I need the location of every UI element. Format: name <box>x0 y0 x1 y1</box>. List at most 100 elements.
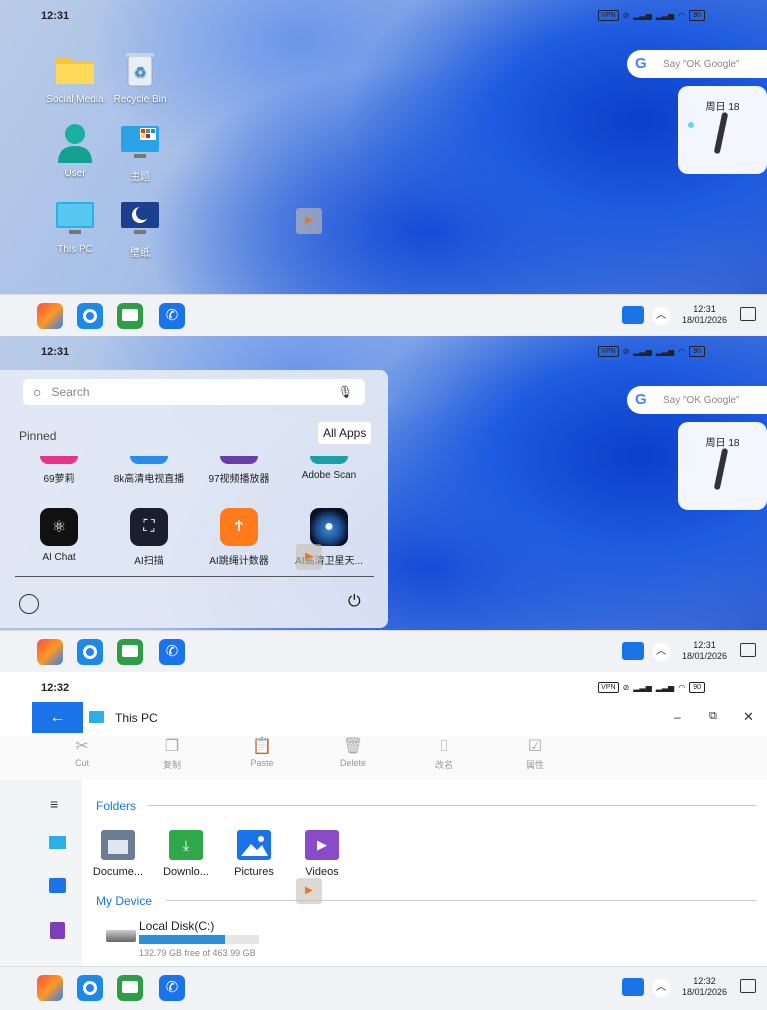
pictures-folder-icon <box>237 830 271 860</box>
clock-hand-icon <box>713 447 729 491</box>
calendar-label: 周日 18 <box>705 438 740 449</box>
disk-usage-bar <box>139 935 259 944</box>
folder-label: Pictures <box>234 866 274 878</box>
app-tile-8k-tv[interactable]: 8k高清电视直播 <box>104 456 194 485</box>
device-divider <box>166 900 757 901</box>
calendar-widget[interactable]: 周日 18 <box>678 86 767 174</box>
power-icon[interactable]: ⏻ <box>348 593 361 611</box>
earth-icon: ● <box>310 508 348 546</box>
desktop-icon-this-pc[interactable]: This PC <box>39 198 111 255</box>
people-icon[interactable] <box>622 978 644 996</box>
toolbar-label: 改名 <box>434 760 453 770</box>
this-pc-icon <box>89 711 104 723</box>
dot-icon <box>688 122 694 128</box>
restore-icon[interactable]: ⧉ <box>709 710 717 723</box>
folder-videos[interactable]: ▶ Videos <box>289 830 355 878</box>
videos-folder-icon: ▶ <box>305 830 339 860</box>
browser-app-icon[interactable] <box>77 975 103 1001</box>
vpn-icon: VPN <box>598 10 619 21</box>
app-tile-97-video[interactable]: 97视频播放器 <box>194 456 284 485</box>
close-icon[interactable]: ✕ <box>743 709 754 725</box>
people-icon[interactable] <box>622 306 644 324</box>
paste-button[interactable]: 📋 Paste <box>237 736 287 768</box>
desktop-icon-user[interactable]: User <box>39 122 111 179</box>
folder-label: Docume... <box>92 866 144 878</box>
system-icons: VPN ⊘ ▂▃▅ ▂▃▅ ◠ 90 <box>598 346 705 357</box>
downloads-folder-icon: ⤓ <box>169 830 203 860</box>
taskbar-clock[interactable]: 12:31 18/01/2026 <box>682 640 727 662</box>
notification-icon[interactable] <box>740 979 756 993</box>
scan-icon: ⛶ <box>130 508 168 546</box>
app-tile-jump-rope[interactable]: Ϯ AI跳绳计数器 <box>194 508 284 567</box>
sidebar-pictures-icon[interactable] <box>49 878 66 893</box>
local-disk-item[interactable]: Local Disk(C:) 132.79 GB free of 463.99 … <box>104 916 284 960</box>
browser-app-icon[interactable] <box>77 303 103 329</box>
mute-icon: ⊘ <box>622 683 630 692</box>
start-menu-icon[interactable] <box>37 303 63 329</box>
app-label: AI Chat <box>42 552 76 563</box>
microphone-icon[interactable]: 🎙 <box>338 385 353 399</box>
desktop-icon-label: Social Media <box>46 94 104 105</box>
taskbar-clock[interactable]: 12:31 18/01/2026 <box>682 304 727 326</box>
hamburger-icon[interactable]: ≡ <box>50 796 58 812</box>
floating-cursor-icon[interactable]: ▶ <box>296 878 322 904</box>
people-icon[interactable] <box>622 642 644 660</box>
calendar-widget[interactable]: 周日 18 <box>678 422 767 510</box>
notification-icon[interactable] <box>740 643 756 657</box>
toolbar-label: 复制 <box>162 760 181 770</box>
app-tile-69[interactable]: 69萝莉 <box>14 456 104 485</box>
search-icon: ○ <box>33 384 42 400</box>
messages-app-icon[interactable] <box>117 975 143 1001</box>
signal-icon-2: ▂▃▅ <box>655 683 675 692</box>
app-label: 8k高清电视直播 <box>113 474 185 485</box>
app-tile-ai-scan[interactable]: ⛶ AI扫描 <box>104 508 194 567</box>
folder-pictures[interactable]: Pictures <box>221 830 287 878</box>
notification-icon[interactable] <box>740 307 756 321</box>
desktop-icon-theme[interactable]: 主题 <box>104 122 176 183</box>
chevron-up-icon[interactable]: ︿ <box>652 979 670 997</box>
cut-button[interactable]: ✂ Cut <box>57 736 107 768</box>
start-search-box[interactable]: ○ Search 🎙 <box>23 379 365 405</box>
clock-hand-icon <box>713 111 729 155</box>
phone-app-icon[interactable]: ✆ <box>159 639 185 665</box>
floating-cursor-icon[interactable]: ▶ <box>296 544 322 570</box>
folder-documents[interactable]: Docume... <box>85 830 151 878</box>
minimize-icon[interactable]: – <box>674 710 681 724</box>
start-menu-icon[interactable] <box>37 639 63 665</box>
messages-app-icon[interactable] <box>117 639 143 665</box>
all-apps-button[interactable]: All Apps <box>318 422 372 444</box>
back-button[interactable]: ← <box>32 702 83 733</box>
floating-cursor-icon[interactable]: ▶ <box>296 208 322 234</box>
sidebar-videos-icon[interactable] <box>50 922 65 939</box>
browser-app-icon[interactable] <box>77 639 103 665</box>
messages-app-icon[interactable] <box>117 303 143 329</box>
rename-icon: ⌷ <box>439 738 449 755</box>
chevron-up-icon[interactable]: ︿ <box>652 643 670 661</box>
phone-app-icon[interactable]: ✆ <box>159 303 185 329</box>
account-icon[interactable] <box>19 594 39 614</box>
desktop-icon-social-media[interactable]: Social Media <box>39 48 111 105</box>
phone-app-icon[interactable]: ✆ <box>159 975 185 1001</box>
app-tile-adobe-scan[interactable]: Adobe Scan <box>284 456 374 481</box>
sidebar-this-pc-icon[interactable] <box>49 836 66 849</box>
properties-button[interactable]: ☑ 属性 <box>510 736 560 771</box>
desktop-icon-wallpaper[interactable]: 壁纸 <box>104 198 176 259</box>
battery-icon: 90 <box>689 682 705 693</box>
chevron-up-icon[interactable]: ︿ <box>652 307 670 325</box>
taskbar-date: 18/01/2026 <box>681 651 727 661</box>
user-icon <box>54 122 96 164</box>
rename-button[interactable]: ⌷ 改名 <box>419 736 469 771</box>
google-search-widget[interactable]: G Say "OK Google" <box>627 386 767 414</box>
desktop-icon-recycle-bin[interactable]: ♻ Recycle Bin <box>104 48 176 105</box>
toolbar: ✂ Cut ❐ 复制 📋 Paste 🗑 Delete ⌷ 改名 ☑ 属性 <box>0 736 767 780</box>
google-search-widget[interactable]: G Say "OK Google" <box>627 50 767 78</box>
taskbar-clock[interactable]: 12:32 18/01/2026 <box>682 976 727 998</box>
theme-monitor-icon <box>119 122 161 164</box>
app-label: 97视频播放器 <box>208 474 270 485</box>
start-menu-icon[interactable] <box>37 975 63 1001</box>
app-tile-ai-chat[interactable]: ⚛ AI Chat <box>14 508 104 563</box>
copy-button[interactable]: ❐ 复制 <box>147 736 197 771</box>
delete-button[interactable]: 🗑 Delete <box>328 736 378 768</box>
folder-label: Downlo... <box>163 866 209 878</box>
folder-downloads[interactable]: ⤓ Downlo... <box>153 830 219 878</box>
